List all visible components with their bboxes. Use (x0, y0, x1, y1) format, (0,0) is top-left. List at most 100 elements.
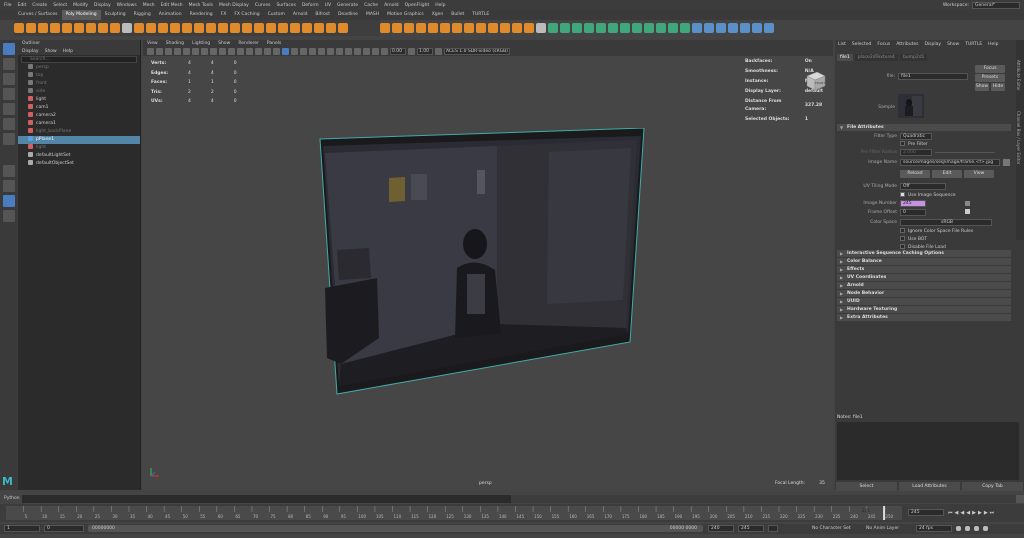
menu-generate[interactable]: Generate (337, 3, 358, 8)
search-icon[interactable] (3, 210, 15, 222)
freeze-transform-icon[interactable] (752, 23, 762, 33)
viewport-3d-view[interactable]: Verts: 4 4 0 Edges: 4 4 0 Faces: 1 1 0 Tris: 2 2 0 UVs: 4… (143, 56, 833, 490)
outliner-item[interactable]: front (18, 80, 140, 88)
merge-icon[interactable] (326, 23, 336, 33)
step-forward-frame-icon[interactable]: ▶ (978, 510, 982, 516)
ae-section-hardware-texturing[interactable]: Hardware Texturing (837, 306, 1011, 313)
sphere-icon[interactable] (14, 23, 24, 33)
outliner-item[interactable]: light (18, 96, 140, 104)
outliner-item[interactable]: pPlane1 (18, 136, 140, 144)
circularize-icon[interactable] (440, 23, 450, 33)
ae-menu-turtle[interactable]: TURTLE (965, 42, 982, 47)
spherical-map-icon[interactable] (584, 23, 594, 33)
ae-use-sequence-box[interactable] (900, 192, 905, 197)
menu-select[interactable]: Select (53, 3, 67, 8)
ae-section-seq-caching[interactable]: Interactive Sequence Caching Options (837, 250, 1011, 257)
fill-hole-icon[interactable] (302, 23, 312, 33)
ae-section-effects[interactable]: Effects (837, 266, 1011, 273)
shelf-tab-rigging[interactable]: Rigging (130, 10, 155, 20)
xray-icon[interactable] (354, 48, 361, 55)
camera-map-icon[interactable] (608, 23, 618, 33)
time-slider-ruler[interactable]: 5 10 15 20 25 30 35 40 45 50 55 60 65 70 75 80 85 90 95 100… (0, 504, 1024, 522)
ae-node-tab-bump[interactable]: bump2d1 (899, 54, 928, 61)
menu-uv[interactable]: UV (325, 3, 331, 8)
menu-curves[interactable]: Curves (255, 3, 271, 8)
loop-icon[interactable] (956, 526, 961, 531)
ae-prefilter-radius-field[interactable]: 2.000 (900, 149, 932, 156)
menu-mesh-display[interactable]: Mesh Display (219, 3, 249, 8)
vp-menu-show[interactable]: Show (218, 41, 230, 46)
collapse-icon[interactable] (314, 23, 324, 33)
ae-prefilter-box[interactable] (900, 141, 905, 146)
xray-joints-icon[interactable] (363, 48, 370, 55)
ae-copy-tab-button[interactable]: Copy Tab (962, 482, 1023, 491)
reverse-normal-icon[interactable] (716, 23, 726, 33)
command-input[interactable] (22, 495, 511, 503)
cylindrical-map-icon[interactable] (572, 23, 582, 33)
outliner-menu-show[interactable]: Show (45, 49, 57, 54)
ae-color-space-dropdown[interactable]: sRGB (900, 219, 992, 226)
lasso-tool-icon[interactable] (3, 58, 15, 70)
exposure-icon[interactable] (381, 48, 388, 55)
ae-edit-button[interactable]: Edit (932, 170, 962, 178)
shelf-tab-sculpting[interactable]: Sculpting (101, 10, 130, 20)
workspace-dropdown[interactable]: General* (972, 1, 1020, 9)
select-tool-icon[interactable] (3, 43, 15, 55)
outliner-item[interactable]: side (18, 88, 140, 96)
shelf-tab-arnold[interactable]: Arnold (289, 10, 312, 20)
crease-icon[interactable] (428, 23, 438, 33)
keyframe-icon[interactable] (965, 201, 970, 206)
step-back-key-icon[interactable]: ◀ (955, 510, 959, 516)
ae-file-name-field[interactable]: file1 (898, 73, 968, 80)
outliner-item[interactable]: light_backPlane (18, 128, 140, 136)
last-tool-icon[interactable] (3, 133, 15, 145)
extrude-icon[interactable] (194, 23, 204, 33)
color-management-icon[interactable] (435, 48, 442, 55)
cone-icon[interactable] (50, 23, 60, 33)
outliner-item[interactable]: camera2 (18, 112, 140, 120)
menu-arnold[interactable]: Arnold (384, 3, 399, 8)
isolate-icon[interactable] (345, 48, 352, 55)
shelf-tab-rendering[interactable]: Rendering (186, 10, 217, 20)
ae-use-bot-box[interactable] (900, 236, 905, 241)
superellipse-icon[interactable] (110, 23, 120, 33)
anim-layer-dropdown[interactable]: No Anim Layer (866, 526, 899, 532)
center-pivot-icon[interactable] (740, 23, 750, 33)
ae-ignore-cs-checkbox[interactable]: Ignore Color Space File Rules (900, 228, 973, 235)
menu-display[interactable]: Display (94, 3, 111, 8)
menu-cache[interactable]: Cache (364, 3, 378, 8)
script-editor-icon[interactable] (1016, 495, 1024, 503)
platonic-icon[interactable] (98, 23, 108, 33)
harden-edge-icon[interactable] (704, 23, 714, 33)
play-backward-icon[interactable]: ◀ (966, 510, 970, 516)
time-slider[interactable]: 5 10 15 20 25 30 35 40 45 50 55 60 65 70 75 80 85 90 95 100… (0, 504, 1024, 522)
delete-history-icon[interactable] (764, 23, 774, 33)
ae-section-uuid[interactable]: UUID (837, 298, 1011, 305)
shelf-tab-turtle[interactable]: TURTLE (468, 10, 493, 20)
audio-icon[interactable] (965, 526, 970, 531)
menu-mesh[interactable]: Mesh (143, 3, 155, 8)
torus-icon[interactable] (62, 23, 72, 33)
checker-icon[interactable] (965, 209, 970, 214)
outliner-item[interactable]: persp (18, 64, 140, 72)
menu-edit-mesh[interactable]: Edit Mesh (161, 3, 183, 8)
grid-icon[interactable] (183, 48, 190, 55)
outliner-search-input[interactable]: Search... (21, 56, 137, 63)
ae-prefilter-checkbox[interactable]: Pre Filter (900, 141, 928, 148)
ssao-icon[interactable] (309, 48, 316, 55)
ae-reload-button[interactable]: Reload (900, 170, 930, 178)
ae-image-number-field[interactable]: 245 (900, 200, 926, 207)
outliner-menu-display[interactable]: Display (22, 49, 39, 54)
single-view-icon[interactable] (3, 165, 15, 177)
quadrangulate-icon[interactable] (524, 23, 534, 33)
outliner-item[interactable]: defaultObjectSet (18, 160, 140, 168)
auto-map-icon[interactable] (596, 23, 606, 33)
film-gate-icon[interactable] (192, 48, 199, 55)
ae-presets-button[interactable]: Presets (975, 74, 1005, 82)
folder-icon[interactable] (1003, 159, 1010, 166)
conform-icon[interactable] (728, 23, 738, 33)
multicut-icon[interactable] (242, 23, 252, 33)
ae-hide-button[interactable]: Hide (991, 83, 1005, 91)
bevel-icon[interactable] (218, 23, 228, 33)
vp-menu-panels[interactable]: Panels (267, 41, 281, 46)
